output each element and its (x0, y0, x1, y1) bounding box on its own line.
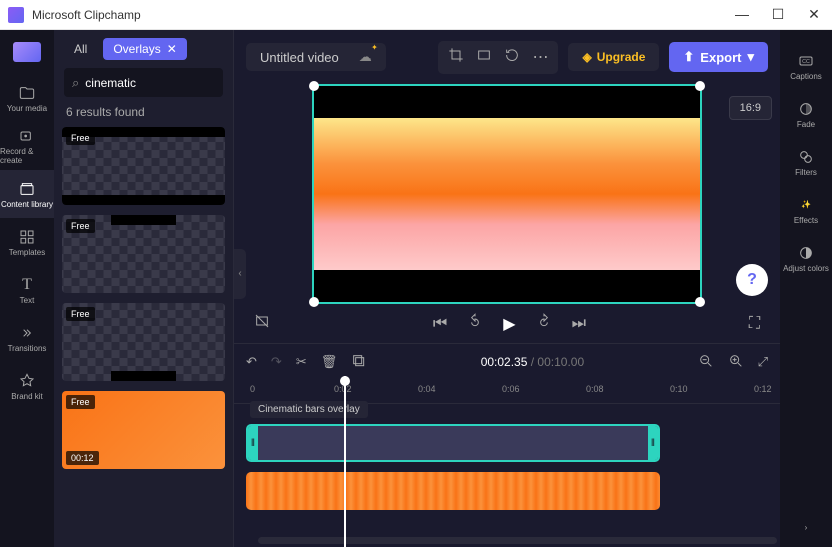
rail-templates[interactable]: Templates (0, 218, 54, 266)
crop-icon[interactable] (448, 47, 464, 68)
fit-icon[interactable] (476, 47, 492, 68)
clip-handle-right[interactable]: ǁ (648, 426, 658, 460)
video-canvas[interactable] (312, 84, 702, 304)
cloud-sync-icon[interactable]: ☁✦ (359, 49, 372, 65)
rewind-icon[interactable] (467, 313, 483, 334)
record-icon (18, 127, 36, 145)
result-item[interactable]: Free (62, 127, 225, 205)
delete-icon[interactable]: 🗑 (321, 354, 338, 370)
text-icon: T (18, 276, 36, 294)
overlay-track-label: Cinematic bars overlay (250, 401, 368, 418)
rail-your-media[interactable]: Your media (0, 74, 54, 122)
app-icon (8, 7, 24, 23)
chevron-down-icon: ▾ (747, 49, 754, 65)
clip-handle-left[interactable]: ǁ (248, 426, 258, 460)
search-icon: ⌕ (72, 75, 79, 91)
rail-captions[interactable]: CC Captions (779, 42, 832, 90)
window-controls: — ☐ ✕ (732, 6, 824, 23)
close-button[interactable]: ✕ (804, 6, 824, 23)
crop-tools: ⋯ (438, 41, 558, 74)
fullscreen-icon[interactable]: ⛶ (749, 315, 760, 333)
more-icon[interactable]: ⋯ (532, 47, 548, 68)
topbar: Untitled video ☁✦ ⋯ ◈ Upgrade ⬆ Export ▾ (234, 30, 780, 84)
rail-transitions[interactable]: Transitions (0, 314, 54, 362)
templates-icon (18, 228, 36, 246)
resize-handle-tr[interactable] (695, 81, 705, 91)
forward-icon[interactable] (536, 313, 552, 334)
rail-brand-kit[interactable]: Brand kit (0, 362, 54, 410)
duplicate-icon[interactable] (351, 353, 367, 372)
tab-close-icon[interactable]: ✕ (167, 42, 177, 56)
fade-icon (797, 100, 815, 118)
redo-icon[interactable]: ↷ (271, 354, 282, 370)
preview-area: 16:9 ? (234, 84, 780, 304)
overlay-track[interactable]: ǁ ǁ (246, 424, 660, 462)
rail-filters[interactable]: Filters (779, 138, 832, 186)
skip-back-icon[interactable]: ⏮ (433, 315, 447, 333)
rail-record[interactable]: Record & create (0, 122, 54, 170)
undo-icon[interactable]: ↶ (246, 354, 257, 370)
tab-overlays[interactable]: Overlays ✕ (103, 38, 186, 60)
playhead[interactable] (344, 376, 346, 547)
minimize-button[interactable]: — (732, 6, 752, 23)
transitions-icon (18, 324, 36, 342)
result-item[interactable]: Free 00:12 (62, 391, 225, 469)
search-box[interactable]: ⌕ ✕ (64, 68, 223, 97)
result-item[interactable]: Free (62, 215, 225, 293)
chevron-right-icon: › (797, 518, 815, 536)
timeline-tracks[interactable]: Cinematic bars overlay ǁ ǁ (234, 404, 780, 547)
zoom-fit-icon[interactable]: ⤢ (758, 354, 768, 370)
play-button[interactable]: ▶ (503, 314, 515, 334)
filters-icon (797, 148, 815, 166)
split-icon[interactable]: ✂ (296, 354, 307, 370)
export-icon: ⬆ (683, 49, 694, 65)
timeline-timecode: 00:02.35 / 00:10.00 (381, 355, 683, 369)
sidebar-collapse[interactable]: ‹ (234, 249, 246, 299)
result-item[interactable]: Free (62, 303, 225, 381)
left-rail: Your media Record & create Content libra… (0, 30, 54, 547)
video-track[interactable] (246, 472, 660, 510)
help-button[interactable]: ? (736, 264, 768, 296)
project-title[interactable]: Untitled video ☁✦ (246, 43, 386, 71)
timeline: ↶ ↷ ✂ 🗑 00:02.35 / 00:10.00 ⤢ 0 0:02 0:0… (234, 343, 780, 547)
zoom-out-icon[interactable] (698, 353, 714, 372)
rail-content-library[interactable]: Content library (0, 170, 54, 218)
clipchamp-logo[interactable] (13, 42, 41, 62)
rail-adjust-colors[interactable]: Adjust colors (779, 234, 832, 282)
app-title: Microsoft Clipchamp (32, 8, 732, 22)
captions-icon: CC (797, 52, 815, 70)
horizontal-scrollbar[interactable] (258, 537, 777, 544)
video-frame (314, 118, 700, 270)
rail-text[interactable]: T Text (0, 266, 54, 314)
upgrade-button[interactable]: ◈ Upgrade (568, 43, 659, 71)
timeline-toolbar: ↶ ↷ ✂ 🗑 00:02.35 / 00:10.00 ⤢ (234, 344, 780, 380)
aspect-ratio-badge[interactable]: 16:9 (729, 96, 772, 120)
results-count: 6 results found (54, 105, 233, 127)
results-list[interactable]: Free Free Free Free 00:12 (54, 127, 233, 547)
main-area: Untitled video ☁✦ ⋯ ◈ Upgrade ⬆ Export ▾ (234, 30, 780, 547)
titlebar: Microsoft Clipchamp — ☐ ✕ (0, 0, 832, 30)
resize-handle-tl[interactable] (309, 81, 319, 91)
search-input[interactable] (85, 76, 240, 90)
tab-all[interactable]: All (64, 38, 97, 60)
sidebar: All Overlays ✕ ⌕ ✕ 6 results found Free … (54, 30, 234, 547)
rail-collapse[interactable]: › (779, 507, 832, 547)
zoom-in-icon[interactable] (728, 353, 744, 372)
skip-forward-icon[interactable]: ⏭ (572, 315, 586, 333)
rotate-icon[interactable] (504, 47, 520, 68)
diamond-icon: ◈ (582, 50, 591, 64)
maximize-button[interactable]: ☐ (768, 6, 788, 23)
effects-icon: ✨ (797, 196, 815, 214)
adjust-icon (797, 244, 815, 262)
export-button[interactable]: ⬆ Export ▾ (669, 42, 768, 72)
rail-effects[interactable]: ✨ Effects (779, 186, 832, 234)
right-rail: CC Captions Fade Filters ✨ Effects Adjus… (780, 30, 832, 547)
hide-overlay-icon[interactable] (254, 313, 270, 334)
svg-text:CC: CC (802, 59, 810, 65)
brand-icon (18, 372, 36, 390)
folder-icon (18, 84, 36, 102)
rail-fade[interactable]: Fade (779, 90, 832, 138)
player-controls: ⏮ ▶ ⏭ ⛶ (234, 304, 780, 343)
library-icon (18, 180, 36, 198)
